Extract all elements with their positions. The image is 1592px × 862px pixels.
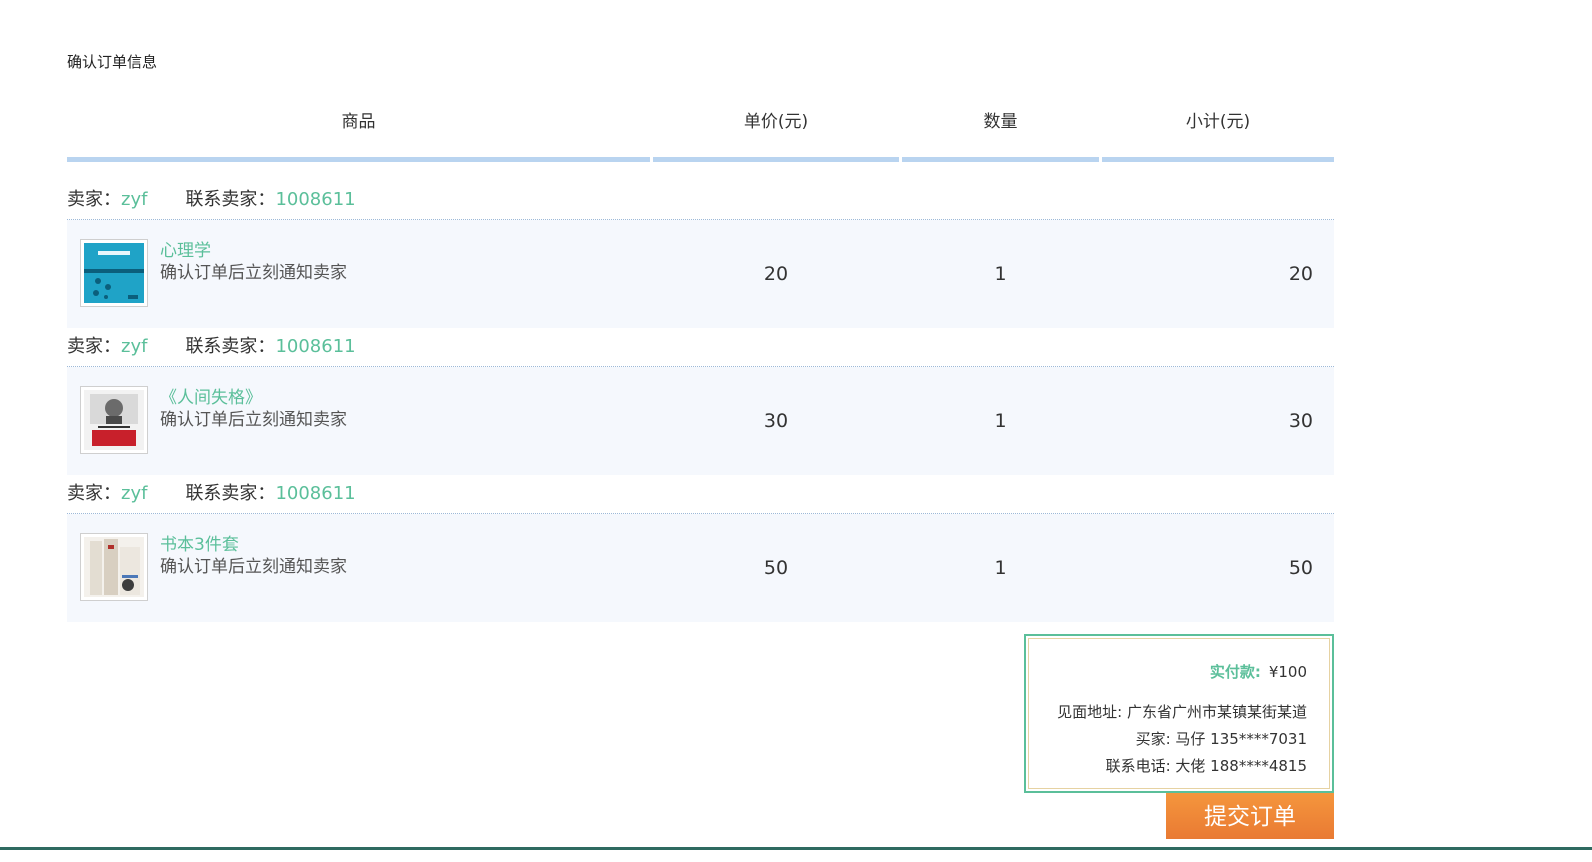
unit-price: 20 [763,263,789,285]
contact-seller-label: 联系卖家： [185,483,276,504]
order-table-header: 商品 单价(元) 数量 小计(元) [67,100,1334,162]
subtotal: 20 [1288,263,1313,285]
seller-name-link[interactable]: zyf [121,189,147,210]
submit-order-button[interactable]: 提交订单 [1166,793,1334,839]
order-group: 卖家：zyf 联系卖家：1008611 书本3件套 确认订单后立刻通知卖家 50 … [67,475,1334,622]
bottom-border [0,847,1592,850]
seller-label: 卖家： [67,336,121,357]
column-header-subtotal: 小计(元) [1102,100,1334,162]
quantity: 1 [994,557,1007,579]
product-note: 确认订单后立刻通知卖家 [160,557,347,577]
contact-seller-number[interactable]: 1008611 [275,189,355,210]
amount-paid: 实付款: ¥100 [1210,661,1307,682]
quantity: 1 [994,263,1007,285]
table-row: 书本3件套 确认订单后立刻通知卖家 50 1 50 [67,514,1334,622]
seller-info: 卖家：zyf 联系卖家：1008611 [67,181,1334,220]
product-thumbnail[interactable] [80,533,148,601]
amount-paid-value: ¥100 [1268,663,1307,681]
seller-info: 卖家：zyf 联系卖家：1008611 [67,328,1334,367]
buyer-info: 买家: 马仔 135****7031 [1135,730,1307,748]
product-thumbnail[interactable] [80,239,148,307]
quantity: 1 [994,410,1007,432]
amount-paid-label: 实付款: [1209,663,1261,681]
contact-phone: 联系电话: 大佬 188****4815 [1105,757,1307,775]
order-group: 卖家：zyf 联系卖家：1008611 心理学 确认订单后立刻通知卖家 20 1 … [67,181,1334,328]
page-title: 确认订单信息 [67,53,158,71]
contact-seller-number[interactable]: 1008611 [275,336,355,357]
column-header-qty: 数量 [902,100,1099,162]
seller-name-link[interactable]: zyf [121,483,147,504]
order-group: 卖家：zyf 联系卖家：1008611 《人间失格》 确认订单后立刻通知卖家 30… [67,328,1334,475]
contact-seller-label: 联系卖家： [185,189,276,210]
book-set-icon [84,537,144,597]
book-cover-icon [84,243,144,303]
seller-info: 卖家：zyf 联系卖家：1008611 [67,475,1334,514]
unit-price: 50 [763,557,789,579]
seller-label: 卖家： [67,189,121,210]
meeting-address: 见面地址: 广东省广州市某镇某街某道 [1057,703,1307,721]
contact-seller-label: 联系卖家： [185,336,276,357]
subtotal: 30 [1288,410,1313,432]
table-row: 心理学 确认订单后立刻通知卖家 20 1 20 [67,220,1334,328]
product-thumbnail[interactable] [80,386,148,454]
subtotal: 50 [1288,557,1313,579]
column-header-price: 单价(元) [653,100,899,162]
table-row: 《人间失格》 确认订单后立刻通知卖家 30 1 30 [67,367,1334,475]
seller-label: 卖家： [67,483,121,504]
book-cover-icon [84,390,144,450]
product-note: 确认订单后立刻通知卖家 [160,263,347,283]
unit-price: 30 [763,410,789,432]
order-summary: 实付款: ¥100 见面地址: 广东省广州市某镇某街某道 买家: 马仔 135**… [1024,634,1334,793]
order-summary-inner: 实付款: ¥100 见面地址: 广东省广州市某镇某街某道 买家: 马仔 135**… [1028,638,1330,789]
product-note: 确认订单后立刻通知卖家 [160,410,347,430]
column-header-goods: 商品 [67,100,650,162]
seller-name-link[interactable]: zyf [121,336,147,357]
contact-seller-number[interactable]: 1008611 [275,483,355,504]
